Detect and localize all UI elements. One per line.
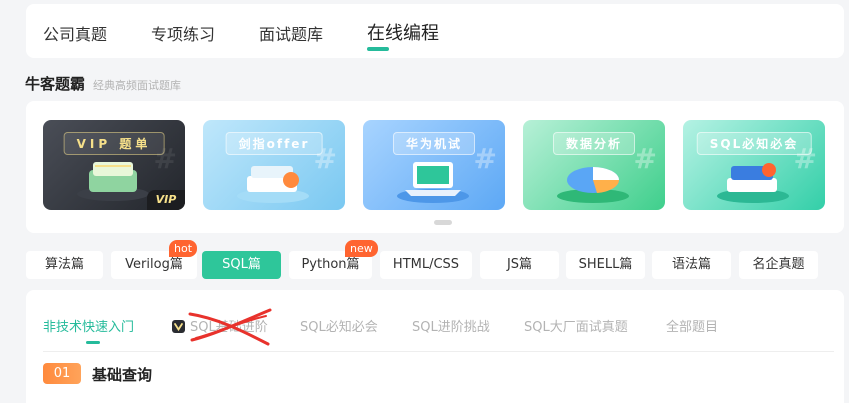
hash-decoration-icon: # <box>633 142 657 175</box>
category-label: 语法篇 <box>671 257 711 272</box>
category-label: SHELL篇 <box>578 257 633 272</box>
banner-sql-must-know[interactable]: SQL必知必会 # <box>683 120 825 210</box>
tab-special-practice[interactable]: 专项练习 <box>151 21 215 45</box>
category-js[interactable]: JS篇 <box>480 251 559 279</box>
pie-chart-illustration <box>557 167 629 203</box>
category-label: 名企真题 <box>752 257 805 272</box>
category-label: JS篇 <box>506 257 533 272</box>
hash-decoration-icon: # <box>153 142 177 175</box>
category-verilog[interactable]: Verilog篇 hot <box>111 240 198 279</box>
top-tab-bar: 公司真题 专项练习 面试题库 在线编程 <box>26 4 844 58</box>
banner-vip-list[interactable]: VIP 题单 # VIP <box>43 120 185 210</box>
hash-decoration-icon: # <box>473 142 497 175</box>
divider <box>43 351 834 352</box>
category-html-css[interactable]: HTML/CSS <box>380 251 472 279</box>
category-python[interactable]: Python篇 new <box>289 240 378 279</box>
banner-title: 剑指offer <box>225 132 323 155</box>
banner-title: 数据分析 <box>552 132 636 155</box>
hash-decoration-icon: # <box>313 142 337 175</box>
book-stack-illustration <box>237 166 309 203</box>
subtab-sql-advanced-challenge[interactable]: SQL进阶挑战 <box>412 316 490 335</box>
book-stack-illustration <box>717 163 789 203</box>
category-label: Verilog篇 <box>125 257 183 272</box>
laptop-illustration <box>397 162 469 203</box>
tab-interview-bank[interactable]: 面试题库 <box>259 21 323 45</box>
question-list-panel: 非技术快速入门 SQL基础进阶 SQL必知必会 SQL进阶挑战 SQL大厂面试真… <box>26 290 844 403</box>
red-cross-out-annotation <box>188 308 272 346</box>
book-stack-illustration <box>77 162 149 201</box>
banner-jianzhi-offer[interactable]: 剑指offer # <box>203 120 345 210</box>
tab-online-coding[interactable]: 在线编程 <box>367 19 439 51</box>
banner-title: VIP 题单 <box>63 132 165 155</box>
section-title: 牛客题霸 <box>25 75 86 93</box>
category-label: Python篇 <box>301 257 360 272</box>
tab-company-questions[interactable]: 公司真题 <box>43 21 107 45</box>
banner-title: 华为机试 <box>392 132 476 155</box>
new-badge: new <box>345 240 378 257</box>
hash-decoration-icon: # <box>793 142 817 175</box>
category-label: 算法篇 <box>44 257 84 272</box>
category-label: HTML/CSS <box>392 257 460 272</box>
banner-huawei-test[interactable]: 华为机试 # <box>363 120 505 210</box>
section-subtitle: 经典高频面试题库 <box>93 79 181 92</box>
subtab-sql-interview[interactable]: SQL大厂面试真题 <box>524 316 628 335</box>
hot-badge: hot <box>169 240 198 257</box>
category-sql[interactable]: SQL篇 <box>202 251 281 279</box>
subtab-non-tech-intro[interactable]: 非技术快速入门 <box>43 316 134 344</box>
banner-data-analysis[interactable]: 数据分析 # <box>523 120 665 210</box>
carousel-indicator[interactable] <box>434 220 452 225</box>
category-company-questions[interactable]: 名企真题 <box>739 251 818 279</box>
banner-carousel: VIP 题单 # VIP 剑指offer # 华为机试 # 数据分析 # SQL… <box>26 101 844 233</box>
vip-badge: VIP <box>147 190 185 210</box>
category-label: SQL篇 <box>222 257 261 272</box>
subtab-sql-must-know[interactable]: SQL必知必会 <box>300 316 378 335</box>
category-algorithm[interactable]: 算法篇 <box>26 251 103 279</box>
vip-crown-icon <box>172 318 185 333</box>
step-title: 基础查询 <box>92 366 153 384</box>
category-syntax[interactable]: 语法篇 <box>652 251 731 279</box>
step-number-badge: 01 <box>43 363 81 384</box>
subtab-all-questions[interactable]: 全部题目 <box>666 316 718 335</box>
category-shell[interactable]: SHELL篇 <box>566 251 645 279</box>
